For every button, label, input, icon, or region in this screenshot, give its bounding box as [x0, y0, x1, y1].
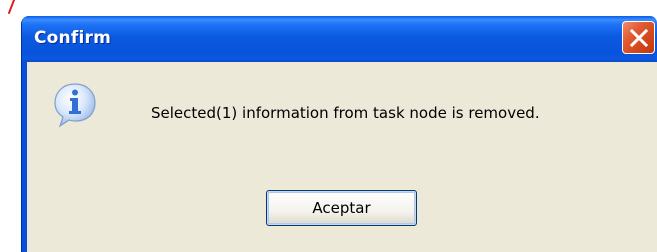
confirm-dialog: Confirm Selected(1) information from tas…: [21, 16, 657, 252]
close-icon: [630, 29, 648, 47]
title-bar[interactable]: Confirm: [22, 16, 657, 62]
aceptar-button[interactable]: Aceptar: [266, 190, 417, 226]
dialog-message: Selected(1) information from task node i…: [151, 104, 540, 122]
close-button[interactable]: [622, 21, 655, 54]
aceptar-button-label: Aceptar: [312, 199, 371, 217]
dialog-body: Selected(1) information from task node i…: [27, 62, 657, 252]
information-icon: [54, 83, 96, 128]
screenshot-stage: Confirm Selected(1) information from tas…: [0, 0, 657, 252]
dialog-title: Confirm: [34, 28, 111, 48]
